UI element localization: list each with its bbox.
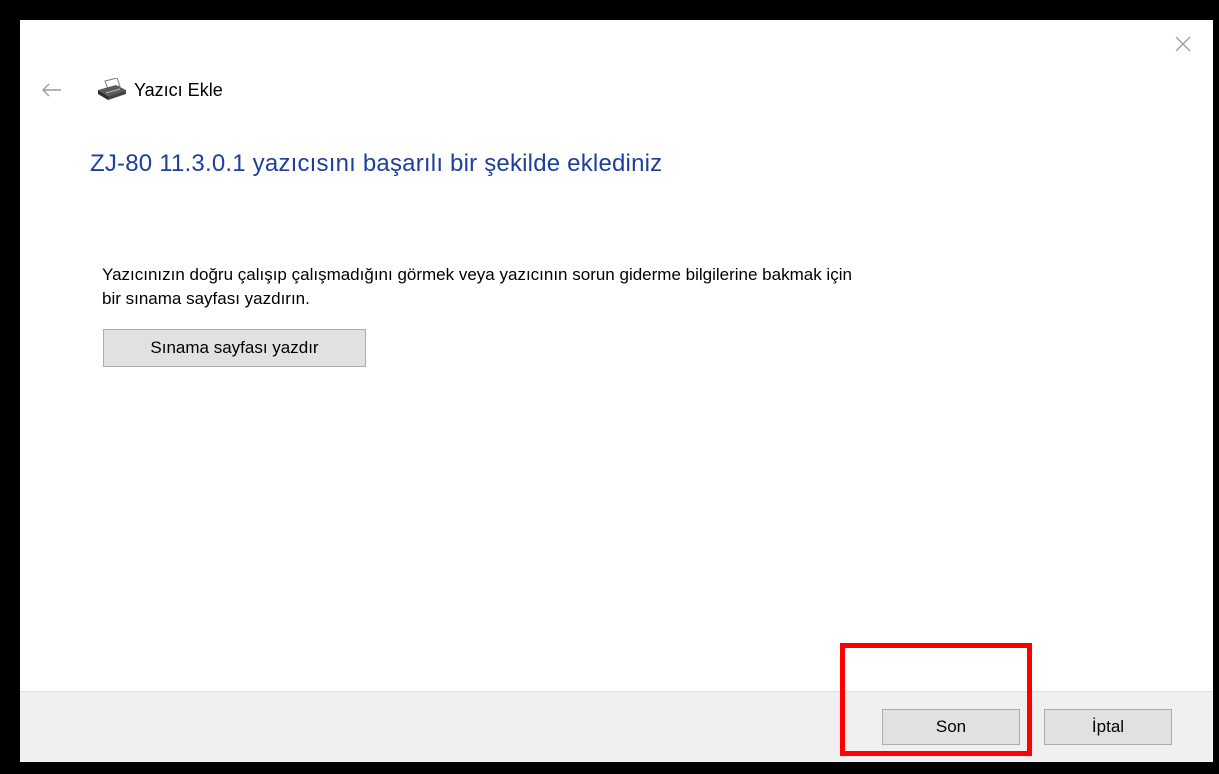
window-title: Yazıcı Ekle	[134, 79, 223, 100]
printer-icon	[96, 78, 128, 102]
dialog-header: Yazıcı Ekle	[36, 75, 223, 105]
close-button[interactable]	[1171, 32, 1195, 56]
finish-button[interactable]: Son	[882, 709, 1020, 745]
print-test-page-button[interactable]: Sınama sayfası yazdır	[103, 329, 366, 367]
back-arrow-icon	[42, 83, 61, 97]
description-line-2: bir sınama sayfası yazdırın.	[102, 289, 310, 308]
dialog-footer: Son İptal	[20, 691, 1213, 762]
cancel-button[interactable]: İptal	[1044, 709, 1172, 745]
page-heading: ZJ-80 11.3.0.1 yazıcısını başarılı bir ş…	[90, 150, 663, 177]
description-text: Yazıcınızın doğru çalışıp çalışmadığını …	[102, 263, 1162, 311]
description-line-1: Yazıcınızın doğru çalışıp çalışmadığını …	[102, 265, 852, 284]
add-printer-dialog: Yazıcı Ekle ZJ-80 11.3.0.1 yazıcısını ba…	[20, 20, 1213, 762]
close-icon	[1175, 36, 1191, 52]
back-button[interactable]	[36, 75, 68, 105]
